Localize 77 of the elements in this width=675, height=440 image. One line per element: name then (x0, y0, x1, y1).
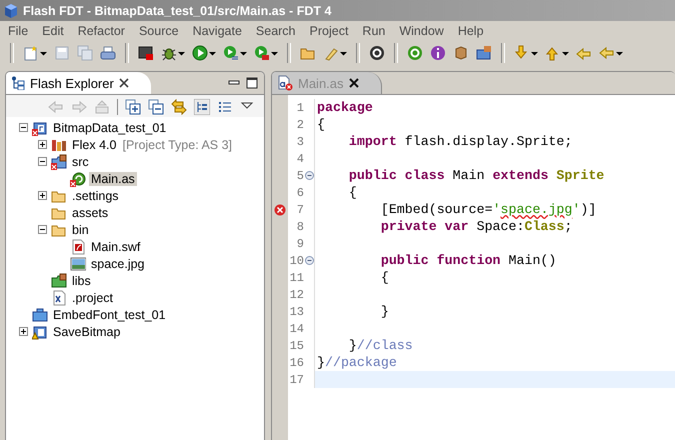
menu-item[interactable]: Project (302, 24, 356, 38)
tree-item[interactable]: libs (70, 274, 93, 288)
code-line: import flash.display.Sprite; (348, 134, 572, 149)
collapse-toggle-icon[interactable] (38, 157, 46, 166)
collapse-all-icon[interactable] (148, 99, 164, 115)
close-icon[interactable] (118, 78, 129, 88)
expand-toggle-icon[interactable] (38, 140, 46, 149)
hierarchy-icon[interactable] (194, 99, 210, 115)
line-number: 16 (288, 356, 304, 370)
code-line: { (380, 270, 389, 285)
line-number: 10 (288, 254, 304, 268)
box-icon[interactable] (453, 45, 469, 61)
tree-item[interactable]: .project (70, 290, 115, 304)
code-line: public function Main() (380, 253, 556, 268)
code-line: }//class (348, 338, 413, 353)
expand-toggle-icon[interactable] (18, 327, 28, 336)
package-folder-error-icon (51, 154, 67, 170)
code-line: private var Space:Class; (380, 219, 572, 234)
tree-item[interactable]: Main.swf (89, 240, 142, 254)
play-stop-icon[interactable] (254, 45, 270, 61)
code-line: [Embed(source='space.jpg')] (380, 202, 596, 217)
play-list-icon[interactable] (223, 45, 239, 61)
code-line: } (380, 304, 389, 319)
script-error-icon (70, 170, 86, 186)
menu-item[interactable]: Edit (35, 24, 71, 38)
flash-file-icon (70, 238, 86, 254)
print-icon[interactable] (100, 45, 116, 61)
tree-item[interactable]: Flex 4.0 (70, 138, 118, 152)
code-line: }//package (317, 355, 397, 370)
tree-item[interactable]: SaveBitmap (51, 324, 122, 338)
tree-item[interactable]: space.jpg (89, 256, 147, 270)
list-icon[interactable] (217, 99, 233, 115)
menu-item[interactable]: Window (392, 24, 451, 38)
closed-folder-icon (32, 306, 48, 322)
code-line: public class Main extends Sprite (348, 168, 604, 183)
maximize-icon[interactable] (246, 77, 258, 89)
fold-icon[interactable] (304, 171, 314, 180)
library-folder-icon (51, 272, 67, 288)
info-icon[interactable] (430, 45, 446, 61)
window-title: Flash FDT - BitmapData_test_01/src/Main.as - FDT 4 (23, 4, 332, 18)
x-file-icon (51, 290, 67, 306)
cube-icon (3, 2, 19, 18)
menu-item[interactable]: Refactor (70, 24, 132, 38)
line-number: 13 (288, 304, 304, 318)
link-arrows-icon[interactable] (171, 99, 187, 115)
folder-icon[interactable] (476, 45, 492, 61)
tree-item[interactable]: .settings (70, 188, 121, 202)
project-error-icon (32, 120, 48, 136)
menu-item[interactable]: Help (450, 24, 491, 38)
tree-item[interactable]: src (70, 154, 91, 168)
menu-item[interactable]: Source (132, 24, 186, 38)
tree-item[interactable]: Main.as (89, 172, 137, 186)
project-warning-icon (32, 324, 48, 340)
collapse-toggle-icon[interactable] (18, 123, 28, 132)
tree-item[interactable]: BitmapData_test_01 (51, 120, 168, 134)
tree-item[interactable]: bin (70, 222, 91, 236)
tree-icon (11, 76, 25, 90)
fold-icon[interactable] (304, 256, 314, 265)
menu-item[interactable]: Search (248, 24, 303, 38)
code-line: { (317, 117, 325, 132)
menu-item[interactable]: Navigate (186, 24, 249, 38)
tree-item[interactable]: assets (70, 206, 110, 220)
line-number: 15 (288, 338, 304, 352)
project-type-label: [Project Type: AS 3] (122, 138, 232, 152)
script-error-icon (277, 75, 293, 91)
code-line: package (317, 100, 373, 115)
code-line: { (348, 185, 357, 200)
tree-item[interactable]: EmbedFont_test_01 (51, 308, 168, 322)
image-file-icon (70, 256, 86, 272)
play-icon[interactable] (192, 45, 208, 61)
explorer-tab[interactable]: Flash Explorer (6, 72, 151, 94)
expand-toggle-icon[interactable] (38, 191, 46, 200)
menu-item[interactable]: File (1, 24, 36, 38)
expand-all-icon[interactable] (125, 99, 141, 115)
collapse-toggle-icon[interactable] (38, 225, 46, 234)
menu-item[interactable]: Run (355, 24, 392, 38)
terminal-icon[interactable] (138, 45, 154, 61)
